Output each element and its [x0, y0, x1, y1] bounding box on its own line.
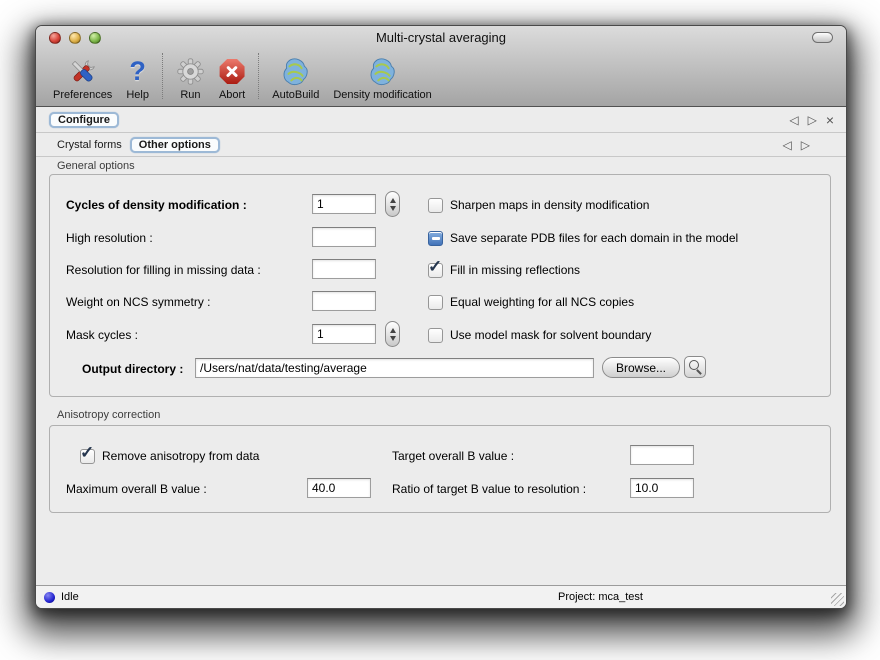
cycles-density-mod-input[interactable] [312, 194, 376, 214]
status-indicator-icon [44, 592, 55, 603]
resolution-filling-input[interactable] [312, 259, 376, 279]
toolbar-item-label: Help [126, 89, 149, 101]
mask-cycles-input[interactable] [312, 324, 376, 344]
form-row: Output directory : Browse... [50, 358, 830, 380]
high-resolution-input[interactable] [312, 227, 376, 247]
tab-configure[interactable]: Configure [49, 112, 119, 128]
toolbar-separator [258, 53, 259, 99]
tab-crystal-forms[interactable]: Crystal forms [49, 138, 130, 152]
toolbar-autobuild-button[interactable]: AutoBuild [265, 51, 326, 101]
checkbox-row: Remove anisotropy from data [80, 445, 259, 467]
toolbar-density-modification-button[interactable]: Density modification [326, 51, 438, 101]
toolbar-preferences-button[interactable]: Preferences [46, 51, 119, 101]
tab-prev-icon[interactable]: ◁ [789, 114, 798, 126]
equal-weighting-checkbox[interactable] [428, 295, 443, 310]
high-resolution-label: High resolution : [66, 231, 153, 245]
tools-icon [68, 55, 98, 88]
save-separate-pdb-label: Save separate PDB files for each domain … [450, 231, 738, 245]
search-directory-button[interactable] [684, 356, 706, 378]
window-header: Multi-crystal averaging [36, 26, 846, 107]
toolbar: Preferences ? Help [36, 49, 846, 108]
toolbar-run-button[interactable]: Run [169, 51, 212, 101]
target-b-label: Target overall B value : [392, 449, 514, 463]
group-title-anisotropy: Anisotropy correction [57, 409, 160, 421]
toolbar-help-button[interactable]: ? Help [119, 51, 156, 101]
ratio-b-input[interactable] [630, 478, 694, 498]
output-directory-label: Output directory : [82, 362, 183, 376]
fill-missing-reflections-checkbox[interactable] [428, 263, 443, 278]
checkbox-row: Save separate PDB files for each domain … [428, 227, 738, 249]
checkbox-row: Use model mask for solvent boundary [428, 324, 651, 346]
tab-next-icon[interactable]: ▷ [808, 114, 817, 126]
max-b-label: Maximum overall B value : [66, 482, 207, 496]
toolbar-item-label: Preferences [53, 89, 112, 101]
primary-tab-bar: Configure ◁ ▷ × [36, 107, 846, 133]
resolution-filling-label: Resolution for filling in missing data : [66, 263, 261, 277]
mask-cycles-stepper[interactable] [385, 321, 400, 347]
stop-x-icon [219, 55, 245, 88]
cycles-density-mod-label: Cycles of density modification : [66, 198, 247, 212]
remove-anisotropy-checkbox[interactable] [80, 449, 95, 464]
toolbar-toggle-button[interactable] [812, 32, 833, 43]
checkbox-row: Sharpen maps in density modification [428, 194, 649, 216]
toolbar-separator [162, 53, 163, 99]
toolbar-item-label: Run [180, 89, 200, 101]
checkbox-row: Fill in missing reflections [428, 259, 580, 281]
sharpen-maps-checkbox[interactable] [428, 198, 443, 213]
ratio-b-label: Ratio of target B value to resolution : [392, 482, 586, 496]
titlebar[interactable]: Multi-crystal averaging [36, 26, 846, 49]
sharpen-maps-label: Sharpen maps in density modification [450, 198, 649, 212]
status-text: Idle [61, 591, 79, 603]
toolbar-item-label: AutoBuild [272, 89, 319, 101]
form-row: Remove anisotropy from data Target overa… [50, 445, 830, 467]
window-title: Multi-crystal averaging [36, 30, 846, 45]
save-separate-pdb-checkbox[interactable] [428, 231, 443, 246]
equal-weighting-label: Equal weighting for all NCS copies [450, 295, 634, 309]
resize-grip[interactable] [831, 593, 844, 606]
tab-other-options[interactable]: Other options [130, 137, 220, 153]
output-directory-input[interactable] [195, 358, 594, 378]
use-model-mask-checkbox[interactable] [428, 328, 443, 343]
configure-panel: General options Cycles of density modifi… [36, 157, 846, 585]
protein-model-icon [281, 55, 311, 88]
toolbar-item-label: Abort [219, 89, 245, 101]
tab-nav-controls: ◁ ▷ × [789, 113, 834, 127]
status-bar: Idle Project: mca_test [36, 585, 846, 608]
app-window: Multi-crystal averaging [35, 25, 847, 609]
protein-model-icon [368, 55, 398, 88]
ncs-weight-label: Weight on NCS symmetry : [66, 295, 210, 309]
fill-missing-reflections-label: Fill in missing reflections [450, 263, 580, 277]
toolbar-abort-button[interactable]: Abort [212, 51, 252, 101]
anisotropy-correction-group: Remove anisotropy from data Target overa… [49, 425, 831, 513]
tab-nav-controls: ◁ ▷ [783, 139, 810, 151]
general-options-group: Cycles of density modification : High re… [49, 174, 831, 397]
use-model-mask-label: Use model mask for solvent boundary [450, 328, 651, 342]
remove-anisotropy-label: Remove anisotropy from data [102, 449, 259, 463]
checkbox-row: Equal weighting for all NCS copies [428, 291, 634, 313]
secondary-tab-bar: Crystal forms Other options ◁ ▷ [36, 133, 846, 157]
ncs-weight-input[interactable] [312, 291, 376, 311]
cycles-stepper[interactable] [385, 191, 400, 217]
question-mark-icon: ? [129, 55, 146, 88]
max-b-input[interactable] [307, 478, 371, 498]
gear-icon [176, 55, 205, 88]
tab-close-icon[interactable]: × [826, 113, 834, 127]
browse-button[interactable]: Browse... [602, 357, 680, 378]
mask-cycles-label: Mask cycles : [66, 328, 138, 342]
group-title-general-options: General options [57, 160, 135, 172]
toolbar-item-label: Density modification [333, 89, 431, 101]
form-row: Maximum overall B value : Ratio of targe… [50, 478, 830, 500]
target-b-input[interactable] [630, 445, 694, 465]
project-label: Project: mca_test [558, 591, 643, 603]
tab-prev-icon[interactable]: ◁ [783, 139, 792, 151]
tab-next-icon[interactable]: ▷ [801, 139, 810, 151]
